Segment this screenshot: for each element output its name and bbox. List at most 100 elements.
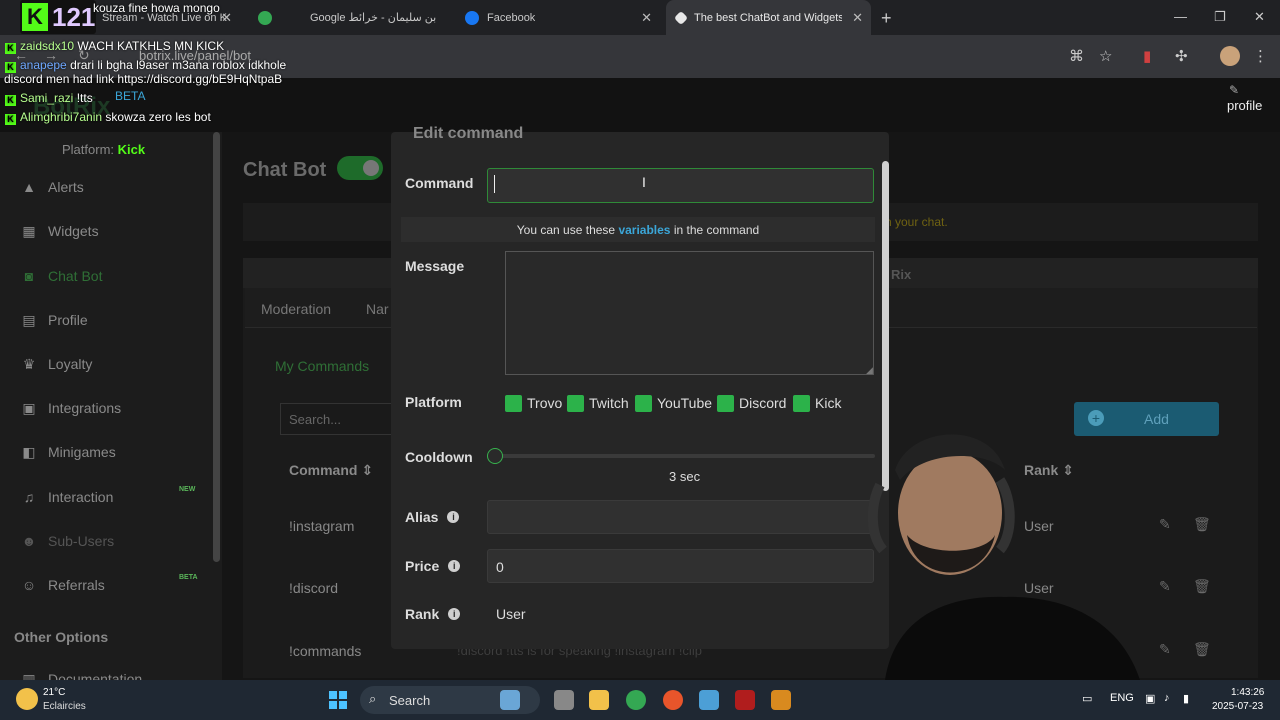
resize-grip-icon[interactable]: ◢ [866,365,873,376]
tab-names[interactable]: Nar [366,301,389,317]
text-caret [494,175,495,193]
battery-icon[interactable]: ▮ [1183,692,1189,705]
extension-icon[interactable]: ▮ [1143,47,1151,65]
kick-badge-icon: K [5,114,16,125]
sidebar-item-alerts[interactable]: ▲ Alerts [20,175,84,199]
text-cursor-icon: I [642,174,646,190]
search-input[interactable]: Search... [280,403,395,435]
platform-checkbox-kick[interactable]: Kick [793,394,841,412]
cooldown-slider-handle[interactable] [487,448,503,464]
sidebar-item-referrals[interactable]: ☺ Referrals [20,573,105,597]
platform-checkbox-trovo[interactable]: Trovo [505,394,562,412]
window-close-icon[interactable]: ✕ [1254,9,1265,25]
checkbox-checked-icon [717,394,734,412]
close-icon[interactable]: ✕ [852,10,863,26]
sidebar-item-loyalty[interactable]: ♛ Loyalty [20,352,93,376]
column-header-command[interactable]: Command ⇕ [289,462,373,479]
network-icon[interactable]: ▣ [1145,692,1155,705]
edit-icon[interactable]: ✎ [1159,578,1171,595]
widget-icon[interactable] [500,690,520,710]
sidebar-item-profile[interactable]: ▤ Profile [20,308,87,332]
beta-label: BETA [115,89,146,103]
message-label: Message [405,258,465,274]
header-profile-link[interactable]: profile [1227,98,1262,113]
browser-tab[interactable]: Google بن سليمان - خرائط [300,0,455,35]
info-banner-text: n your chat. [885,215,948,229]
clock-time[interactable]: 1:43:26 [1231,687,1264,698]
trash-icon[interactable]: 🗑 [1193,578,1211,595]
beta-badge: BETA [179,574,198,581]
sidebar-item-widgets[interactable]: ▦ Widgets [20,219,98,243]
extensions-puzzle-icon[interactable]: ✣ [1175,47,1188,65]
webcam-overlay [867,434,1140,680]
info-icon[interactable]: i [448,608,461,620]
screen: { "browser": { "tabs": [ {"title": "Stre… [0,0,1280,720]
chat-message: K Sami_razi !tts [5,91,93,106]
sidebar-item-minigames[interactable]: ◧ Minigames [20,440,115,464]
keyboard-icon[interactable]: ▭ [1082,692,1092,705]
translate-icon[interactable]: ⌘ [1069,47,1084,65]
minimize-icon[interactable]: — [1174,9,1187,24]
file-explorer-icon[interactable] [589,690,609,710]
windows-start-icon[interactable] [329,691,347,709]
sidebar-item-interaction[interactable]: ♫ Interaction [20,485,114,509]
kick-viewer-counter: K 121 [20,0,96,34]
tab-my-commands[interactable]: My Commands [275,358,369,374]
photos-icon[interactable] [699,690,719,710]
grid-icon: ▦ [22,223,36,239]
app-icon[interactable] [735,690,755,710]
info-icon[interactable]: i [447,511,460,523]
close-icon[interactable]: ✕ [221,10,232,26]
sidebar-item-integrations[interactable]: ▣ Integrations [20,396,121,420]
edit-icon[interactable]: ✎ [1159,641,1171,658]
platform-checkbox-discord[interactable]: Discord [717,394,786,412]
message-textarea[interactable] [505,251,874,375]
obs-icon[interactable] [771,690,791,710]
clock-date[interactable]: 2025-07-23 [1212,701,1263,712]
chrome-icon[interactable] [626,690,646,710]
table-row-command: !discord [289,580,339,596]
rank-select[interactable]: User [487,596,874,630]
price-label: Price i [405,558,461,574]
kick-logo-icon: K [22,3,48,31]
trash-icon[interactable]: 🗑 [1193,516,1211,533]
browser-tab[interactable] [248,0,288,35]
command-input[interactable] [487,168,874,203]
sidebar-scrollbar[interactable] [213,132,220,562]
alias-input[interactable] [487,500,874,534]
id-card-icon: ▤ [22,312,36,328]
edit-icon[interactable]: ✎ [1159,516,1171,533]
info-icon[interactable]: i [448,560,461,572]
tab-moderation[interactable]: Moderation [261,301,331,317]
sidebar-item-chat-bot[interactable]: ◙ Chat Bot [20,264,103,288]
platform-checkbox-twitch[interactable]: Twitch [567,394,629,412]
trash-icon[interactable]: 🗑 [1193,641,1211,658]
gamepad-icon: ◧ [22,444,36,460]
avatar[interactable] [1220,46,1240,66]
bookmark-star-icon[interactable]: ☆ [1099,47,1112,65]
chat-message: discord men had link https://discord.gg/… [4,72,283,86]
firefox-icon[interactable] [663,690,683,710]
warning-icon: ▲ [22,179,36,195]
close-icon[interactable]: ✕ [641,10,652,26]
plus-icon: + [1088,410,1104,426]
volume-icon[interactable]: ♪ [1164,692,1170,704]
cooldown-slider[interactable] [495,454,875,458]
chatbot-toggle[interactable] [337,156,383,180]
restore-icon[interactable]: ❐ [1214,9,1226,25]
platform-checkbox-youtube[interactable]: YouTube [635,394,712,412]
browser-tab-active[interactable]: The best ChatBot and Widgets for ✕ [666,0,871,35]
robot-icon: ◙ [24,268,34,284]
sidebar-item-sub-users[interactable]: ☻ Sub-Users [20,529,115,553]
variables-link[interactable]: variables [618,223,670,237]
chat-message: kouza fine howa mongo [93,1,220,15]
language-indicator[interactable]: ENG [1110,692,1134,704]
task-view-icon[interactable] [554,690,574,710]
browser-tab[interactable]: Facebook ✕ [455,0,660,35]
weather-icon[interactable] [16,688,38,710]
chat-message: K Alimghribi7anin skowza zero les bot [5,110,211,125]
menu-icon[interactable]: ⋮ [1253,47,1268,65]
price-input[interactable]: 0 [487,549,874,583]
weather-temp: 21°C [43,687,66,698]
new-tab-icon[interactable]: + [881,8,892,29]
